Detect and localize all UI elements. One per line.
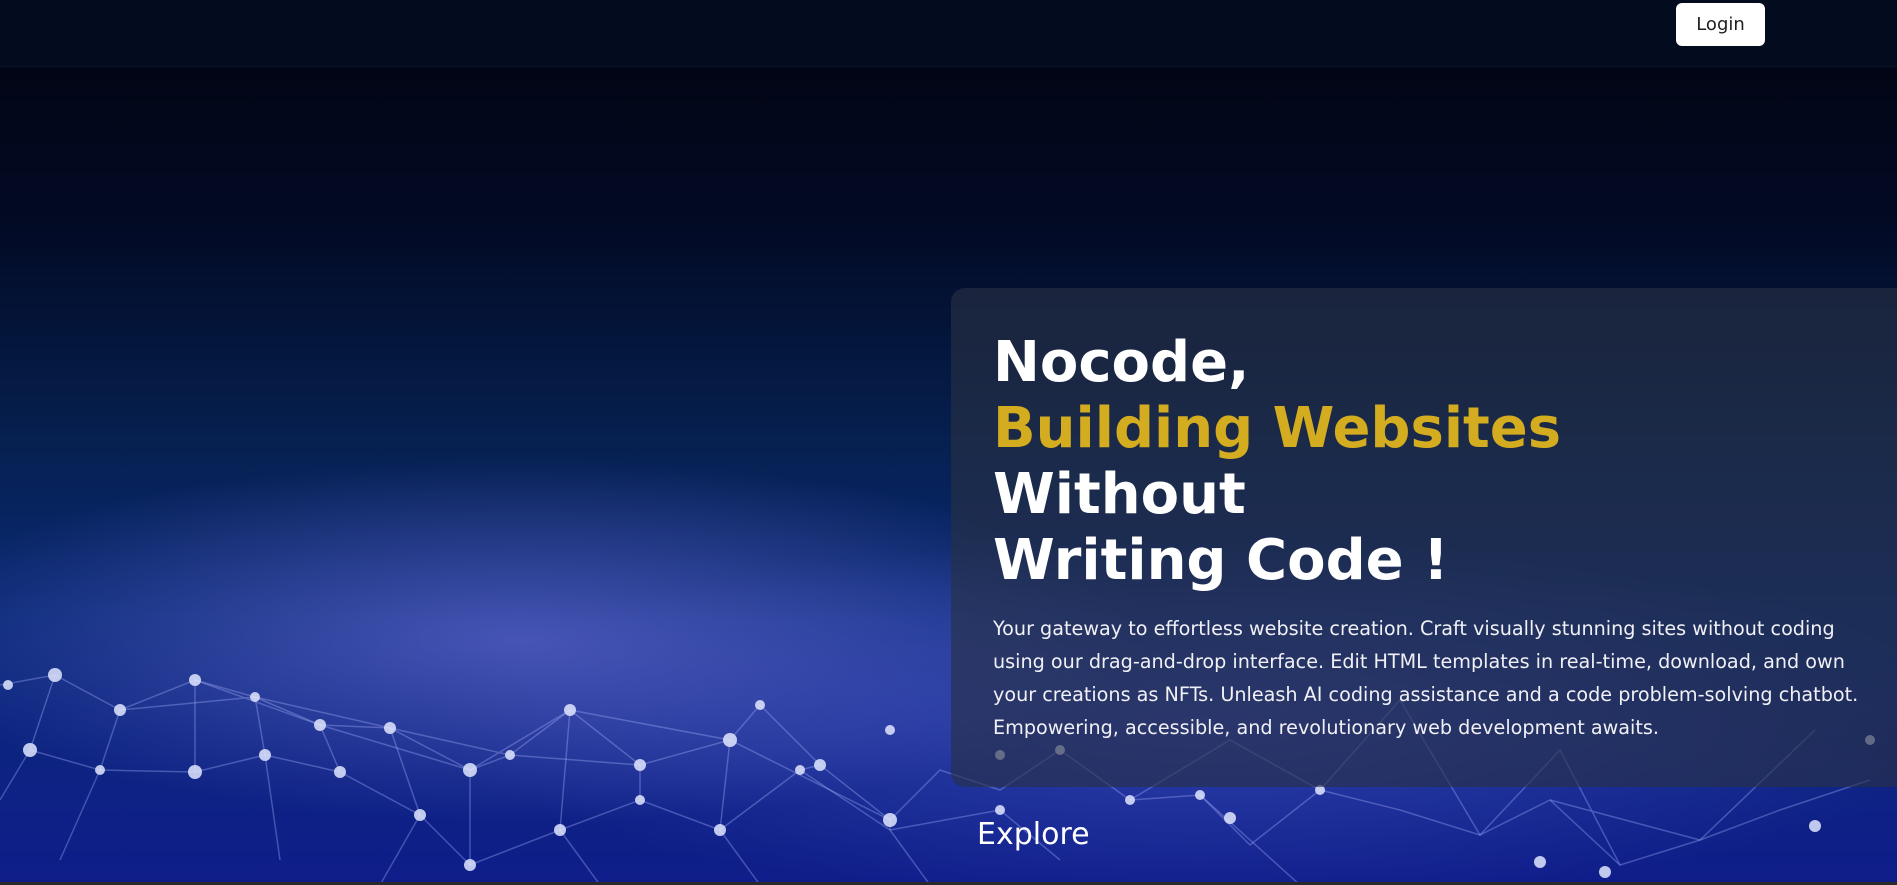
headline-line-2-accent: Building Websites: [993, 396, 1562, 461]
headline-line-1: Nocode,: [993, 330, 1250, 395]
hero-headline: Nocode, Building Websites Without Writin…: [993, 330, 1561, 594]
headline-line-3: Without: [993, 462, 1246, 527]
explore-link[interactable]: Explore: [977, 817, 1090, 852]
page: Login Nocode, Building Websites Without …: [0, 0, 1897, 885]
hero-description: Your gateway to effortless website creat…: [993, 617, 1859, 739]
login-button[interactable]: Login: [1676, 3, 1765, 46]
top-navbar: Login: [0, 0, 1897, 67]
headline-line-4: Writing Code !: [993, 528, 1449, 593]
